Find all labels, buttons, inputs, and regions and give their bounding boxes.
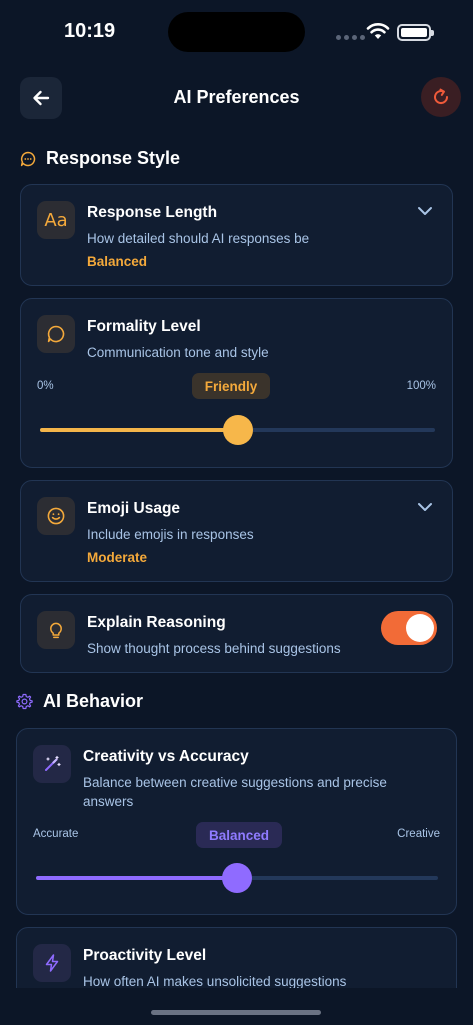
card-title: Creativity vs Accuracy — [83, 748, 249, 765]
section-ai-behavior: AI Behavior — [16, 691, 143, 712]
lightbulb-icon — [37, 611, 75, 649]
smiley-icon — [37, 497, 75, 535]
header: AI Preferences — [0, 77, 473, 119]
card-subtitle: Show thought process behind suggestions — [87, 641, 341, 656]
battery-icon — [397, 24, 434, 41]
response-length-card[interactable]: Aa Response Length How detailed should A… — [20, 184, 453, 286]
formality-value-badge: Friendly — [192, 373, 270, 399]
magic-wand-icon — [33, 745, 71, 783]
bottom-safe-area — [0, 988, 473, 1025]
creativity-value-badge: Balanced — [196, 822, 282, 848]
card-subtitle: Balance between creative suggestions and… — [83, 775, 387, 809]
creativity-slider-thumb[interactable] — [222, 863, 252, 893]
cellular-signal-icon — [336, 35, 365, 40]
lightning-icon — [33, 944, 71, 982]
slider-max-label: 100% — [406, 380, 436, 392]
card-title: Explain Reasoning — [87, 614, 226, 631]
emoji-usage-card[interactable]: Emoji Usage Include emojis in responses … — [20, 480, 453, 582]
slider-min-label: 0% — [37, 380, 54, 392]
creativity-accuracy-card: Creativity vs Accuracy Balance between c… — [16, 728, 457, 915]
dynamic-island — [168, 12, 305, 52]
status-bar: 10:19 — [0, 0, 473, 64]
card-subtitle: How detailed should AI responses be — [87, 231, 310, 246]
card-title: Response Length — [87, 204, 218, 221]
section-response-style: Response Style — [20, 148, 180, 169]
section-title: AI Behavior — [43, 691, 144, 711]
card-subtitle: Communication tone and style — [87, 345, 269, 360]
card-title: Formality Level — [87, 318, 201, 335]
text-size-icon: Aa — [37, 201, 75, 239]
formality-level-card: Formality Level Communication tone and s… — [20, 298, 453, 468]
explain-reasoning-toggle[interactable] — [381, 611, 437, 645]
slider-min-label: Accurate — [33, 828, 79, 840]
gear-icon — [16, 693, 33, 710]
response-length-value: Balanced — [87, 254, 148, 269]
status-time: 10:19 — [64, 20, 116, 42]
page-title: AI Preferences — [173, 87, 300, 107]
explain-reasoning-card: Explain Reasoning Show thought process b… — [20, 594, 453, 673]
section-title: Response Style — [46, 148, 181, 168]
chevron-down-icon[interactable] — [417, 205, 433, 217]
formality-slider-thumb[interactable] — [222, 415, 253, 445]
card-title: Proactivity Level — [83, 947, 207, 964]
refresh-icon — [434, 88, 449, 105]
emoji-usage-value: Moderate — [87, 550, 148, 565]
slider-max-label: Creative — [397, 828, 440, 840]
wifi-icon — [366, 22, 390, 39]
card-subtitle: Include emojis in responses — [87, 527, 254, 542]
chevron-down-icon[interactable] — [417, 501, 433, 513]
chat-bubble-icon — [20, 151, 36, 166]
reset-button[interactable] — [421, 77, 461, 117]
speech-bubble-icon — [37, 315, 75, 353]
home-indicator[interactable] — [151, 1010, 321, 1015]
card-title: Emoji Usage — [87, 500, 181, 517]
